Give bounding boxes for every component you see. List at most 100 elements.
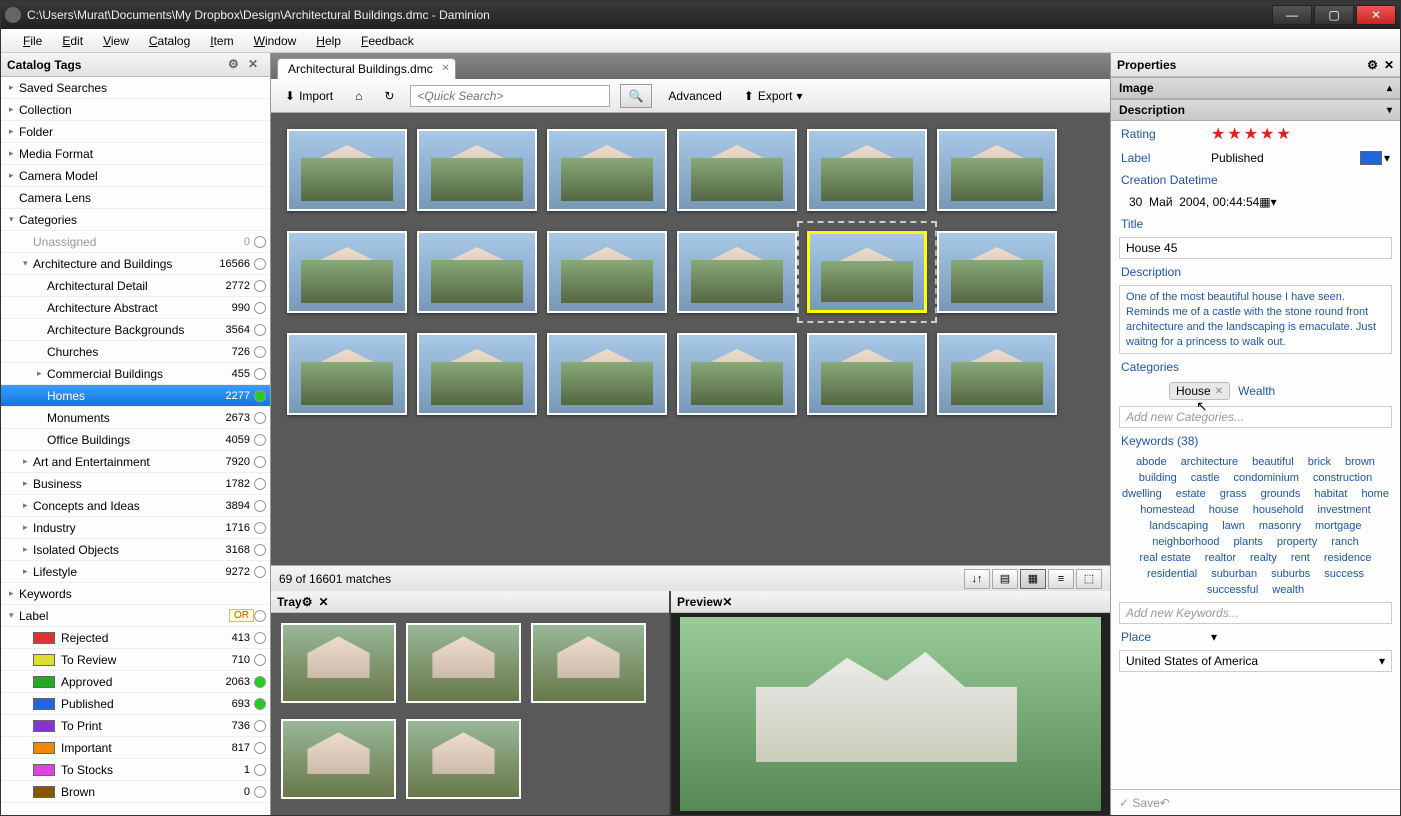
tag-row[interactable]: ▸Saved Searches <box>1 77 270 99</box>
tag-row[interactable]: Approved2063 <box>1 671 270 693</box>
menu-view[interactable]: View <box>93 31 139 51</box>
keyword-tag[interactable]: rent <box>1291 552 1310 564</box>
creation-day[interactable]: 30 <box>1129 195 1142 209</box>
keyword-tag[interactable]: abode <box>1136 456 1167 468</box>
keyword-tag[interactable]: realty <box>1250 552 1277 564</box>
keyword-tag[interactable]: residential <box>1147 568 1197 580</box>
tag-row[interactable]: Architecture Backgrounds3564 <box>1 319 270 341</box>
panel-close-icon[interactable]: ✕ <box>248 57 264 73</box>
keyword-tag[interactable]: ranch <box>1331 536 1359 548</box>
keyword-tag[interactable]: homestead <box>1140 504 1194 516</box>
tag-row[interactable]: Brown0 <box>1 781 270 803</box>
tag-row[interactable]: ▾Categories <box>1 209 270 231</box>
menu-edit[interactable]: Edit <box>52 31 93 51</box>
save-button[interactable]: Save <box>1132 796 1159 810</box>
chevron-down-icon[interactable]: ▾ <box>1384 151 1390 165</box>
sort-button[interactable]: ↓↑ <box>964 569 990 589</box>
thumbnail[interactable] <box>807 129 927 211</box>
keyword-tag[interactable]: home <box>1361 488 1389 500</box>
tag-row[interactable]: Published693 <box>1 693 270 715</box>
description-section-header[interactable]: Description▾ <box>1111 99 1400 121</box>
tag-row[interactable]: ▸Keywords <box>1 583 270 605</box>
tag-row[interactable]: To Review710 <box>1 649 270 671</box>
export-button[interactable]: ⬆ Export ▾ <box>738 86 809 106</box>
keyword-tag[interactable]: beautiful <box>1252 456 1294 468</box>
tag-row[interactable]: ▸Business1782 <box>1 473 270 495</box>
place-select[interactable]: United States of America▾ <box>1119 650 1392 672</box>
image-section-header[interactable]: Image▴ <box>1111 77 1400 99</box>
view-list-button[interactable]: ≡ <box>1048 569 1074 589</box>
thumbnail[interactable] <box>677 129 797 211</box>
maximize-button[interactable]: ▢ <box>1314 5 1354 25</box>
creation-month[interactable]: Май <box>1149 195 1173 209</box>
tag-row[interactable]: To Print736 <box>1 715 270 737</box>
menu-catalog[interactable]: Catalog <box>139 31 200 51</box>
thumbnail[interactable] <box>807 231 927 313</box>
thumbnail[interactable] <box>677 333 797 415</box>
add-category-input[interactable]: Add new Categories... <box>1119 406 1392 428</box>
view-tree-button[interactable]: ⬚ <box>1076 569 1102 589</box>
thumbnail[interactable] <box>937 129 1057 211</box>
keyword-tag[interactable]: suburbs <box>1271 568 1310 580</box>
thumbnail[interactable] <box>417 231 537 313</box>
calendar-icon[interactable]: ▦▾ <box>1259 195 1276 209</box>
keyword-tag[interactable]: castle <box>1191 472 1220 484</box>
keyword-tag[interactable]: residence <box>1324 552 1372 564</box>
tag-row[interactable]: ▸Art and Entertainment7920 <box>1 451 270 473</box>
advanced-button[interactable]: Advanced <box>662 86 727 106</box>
catalog-tab[interactable]: Architectural Buildings.dmc ✕ <box>277 58 456 79</box>
keyword-tag[interactable]: wealth <box>1272 584 1304 596</box>
keyword-tag[interactable]: condominium <box>1233 472 1298 484</box>
thumbnail[interactable] <box>417 333 537 415</box>
tag-row[interactable]: Important817 <box>1 737 270 759</box>
preview-content[interactable] <box>671 613 1110 815</box>
keyword-tag[interactable]: habitat <box>1314 488 1347 500</box>
label-color-chip[interactable] <box>1360 151 1382 165</box>
thumbnail[interactable] <box>547 231 667 313</box>
keyword-tag[interactable]: realtor <box>1205 552 1236 564</box>
tag-list[interactable]: ▸Saved Searches▸Collection▸Folder▸Media … <box>1 77 270 815</box>
keyword-tag[interactable]: investment <box>1318 504 1371 516</box>
tag-row[interactable]: ▸Folder <box>1 121 270 143</box>
menu-help[interactable]: Help <box>306 31 351 51</box>
keyword-tag[interactable]: masonry <box>1259 520 1301 532</box>
thumbnail[interactable] <box>287 333 407 415</box>
tag-row[interactable]: Monuments2673 <box>1 407 270 429</box>
thumbnail[interactable] <box>287 231 407 313</box>
keyword-tag[interactable]: neighborhood <box>1152 536 1219 548</box>
keyword-tag[interactable]: success <box>1324 568 1364 580</box>
minimize-button[interactable]: — <box>1272 5 1312 25</box>
tag-row[interactable]: Unassigned0 <box>1 231 270 253</box>
search-input[interactable] <box>410 85 610 107</box>
view-filmstrip-button[interactable]: ▤ <box>992 569 1018 589</box>
label-value[interactable]: Published <box>1211 151 1360 165</box>
tag-row[interactable]: Rejected413 <box>1 627 270 649</box>
tag-row[interactable]: ▸Commercial Buildings455 <box>1 363 270 385</box>
tag-row[interactable]: ▾LabelOR <box>1 605 270 627</box>
keyword-tag[interactable]: grass <box>1220 488 1247 500</box>
keyword-tag[interactable]: architecture <box>1181 456 1238 468</box>
tag-row[interactable]: ▸Media Format <box>1 143 270 165</box>
thumbnail[interactable] <box>937 333 1057 415</box>
keyword-tag[interactable]: successful <box>1207 584 1258 596</box>
thumbnails-area[interactable]: Categories Architecture Home Renovations… <box>271 113 1110 565</box>
category-tag[interactable]: Wealth <box>1238 384 1275 398</box>
tag-row[interactable]: ▸Concepts and Ideas3894 <box>1 495 270 517</box>
thumbnail[interactable] <box>807 333 927 415</box>
keyword-tag[interactable]: estate <box>1176 488 1206 500</box>
keyword-tag[interactable]: property <box>1277 536 1317 548</box>
close-button[interactable]: ✕ <box>1356 5 1396 25</box>
tag-row[interactable]: ▾Architecture and Buildings16566 <box>1 253 270 275</box>
thumbnail[interactable] <box>287 129 407 211</box>
panel-close-icon[interactable]: ✕ <box>722 595 732 609</box>
tag-row[interactable]: ▸Isolated Objects3168 <box>1 539 270 561</box>
remove-icon[interactable]: ✕ <box>1215 386 1223 397</box>
menu-file[interactable]: File <box>13 31 52 51</box>
refresh-button[interactable]: ↻ <box>378 86 400 106</box>
thumbnail[interactable] <box>547 333 667 415</box>
thumbnail[interactable] <box>547 129 667 211</box>
keyword-tag[interactable]: suburban <box>1211 568 1257 580</box>
tray-thumbnail[interactable] <box>531 623 646 703</box>
thumbnail[interactable] <box>417 129 537 211</box>
tag-row[interactable]: ▸Industry1716 <box>1 517 270 539</box>
